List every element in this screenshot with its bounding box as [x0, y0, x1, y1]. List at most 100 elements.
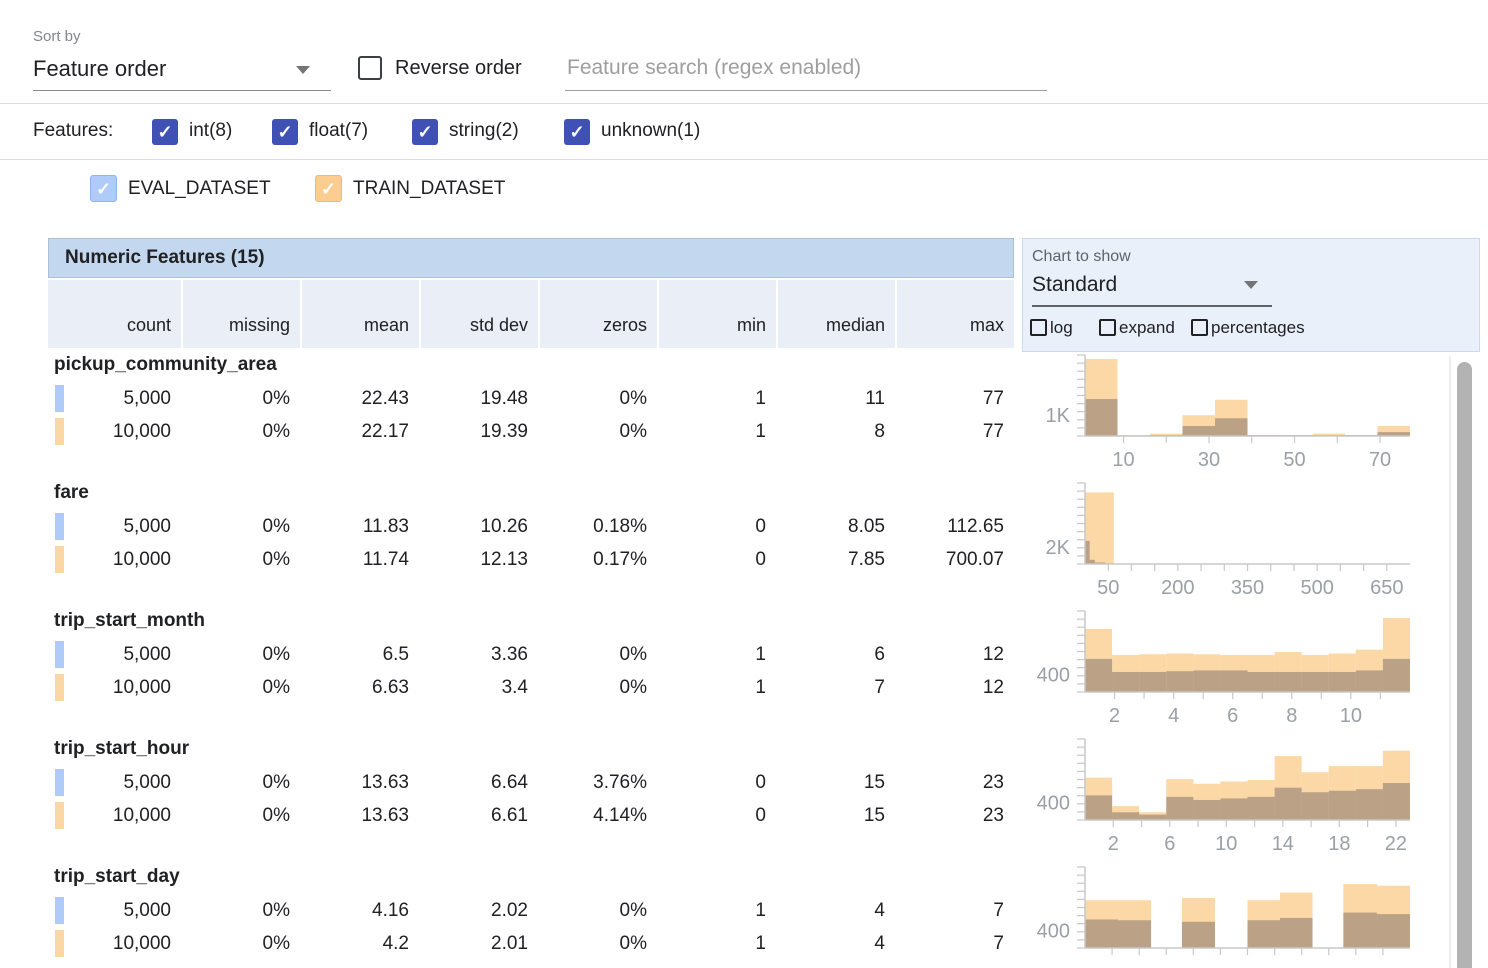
filter-label-unknown: unknown(1) — [601, 120, 700, 142]
svg-text:30: 30 — [1198, 449, 1220, 471]
filter-label-float: float(7) — [309, 120, 368, 142]
expand-checkbox[interactable] — [1099, 319, 1116, 336]
stat-cell: 6.64 — [421, 766, 538, 799]
feature-histogram: 400 — [1024, 864, 1424, 968]
stats-column-header-row: count missing mean std dev zeros min med… — [48, 280, 1014, 348]
feature-name: trip_start_month — [54, 610, 205, 632]
vertical-scrollbar-thumb[interactable] — [1457, 362, 1472, 968]
stat-cell: 0% — [183, 927, 300, 960]
percentages-label: percentages — [1211, 318, 1305, 338]
stat-cell: 1 — [659, 927, 776, 960]
select-underline — [33, 90, 331, 91]
svg-text:200: 200 — [1161, 577, 1194, 599]
feature-group: pickup_community_area5,0000%22.4319.480%… — [48, 352, 1014, 480]
svg-text:4: 4 — [1168, 705, 1179, 727]
stat-cell: 11 — [778, 382, 895, 415]
stat-cell: 15 — [778, 799, 895, 832]
stat-cell: 0% — [183, 510, 300, 543]
stat-cell: 10.26 — [421, 510, 538, 543]
reverse-order-label: Reverse order — [395, 57, 522, 80]
eval-dataset-label: EVAL_DATASET — [128, 178, 271, 200]
filter-checkbox-unknown[interactable]: ✓ — [564, 119, 590, 145]
stat-cell: 10,000 — [48, 799, 181, 832]
check-icon: ✓ — [277, 123, 292, 141]
dataset-color-swatch — [55, 930, 64, 957]
svg-text:14: 14 — [1272, 833, 1294, 855]
check-icon: ✓ — [321, 180, 336, 198]
stat-cell: 4 — [778, 927, 895, 960]
feature-name: trip_start_day — [54, 866, 180, 888]
stat-cell: 1 — [659, 894, 776, 927]
stat-cell: 0 — [659, 766, 776, 799]
chart-type-value: Standard — [1032, 273, 1117, 297]
stat-cell: 3.4 — [421, 671, 538, 704]
stat-cell: 0 — [659, 510, 776, 543]
dataset-color-swatch — [55, 769, 64, 796]
stat-cell: 8.05 — [778, 510, 895, 543]
numeric-features-title: Numeric Features (15) — [49, 247, 265, 269]
stat-cell: 12 — [897, 638, 1014, 671]
dataset-stats-row: 5,0000%6.53.360%1612 — [48, 638, 1014, 671]
column-header-mean: mean — [302, 280, 419, 348]
filter-label-string: string(2) — [449, 120, 519, 142]
feature-name: pickup_community_area — [54, 354, 277, 376]
column-header-stddev: std dev — [421, 280, 538, 348]
log-label: log — [1050, 318, 1073, 338]
chart-type-select[interactable]: Standard — [1032, 271, 1272, 307]
stat-cell: 1 — [659, 415, 776, 448]
expand-label: expand — [1119, 318, 1175, 338]
log-checkbox[interactable] — [1030, 319, 1047, 336]
stat-cell: 0% — [540, 638, 657, 671]
percentages-checkbox[interactable] — [1191, 319, 1208, 336]
stat-cell: 0.18% — [540, 510, 657, 543]
stat-cell: 1 — [659, 382, 776, 415]
svg-text:6: 6 — [1227, 705, 1238, 727]
stat-cell: 700.07 — [897, 543, 1014, 576]
train-dataset-checkbox[interactable]: ✓ — [315, 175, 342, 202]
dataset-stats-row: 10,0000%22.1719.390%1877 — [48, 415, 1014, 448]
filter-checkbox-int[interactable]: ✓ — [152, 119, 178, 145]
stat-cell: 0% — [540, 671, 657, 704]
svg-text:6: 6 — [1164, 833, 1175, 855]
dataset-stats-row: 10,0000%4.22.010%147 — [48, 927, 1014, 960]
column-header-max: max — [897, 280, 1014, 348]
stat-cell: 5,000 — [48, 638, 181, 671]
feature-name: fare — [54, 482, 89, 504]
svg-text:70: 70 — [1369, 449, 1391, 471]
stat-cell: 3.76% — [540, 766, 657, 799]
stat-cell: 1 — [659, 671, 776, 704]
dataset-stats-row: 5,0000%13.636.643.76%01523 — [48, 766, 1014, 799]
stat-cell: 0 — [659, 543, 776, 576]
filter-checkbox-float[interactable]: ✓ — [272, 119, 298, 145]
svg-text:2: 2 — [1109, 705, 1120, 727]
stat-cell: 7.85 — [778, 543, 895, 576]
stat-cell: 23 — [897, 766, 1014, 799]
feature-histogram: 246810400 — [1024, 608, 1424, 736]
dataset-color-swatch — [55, 418, 64, 445]
stat-cell: 4.2 — [302, 927, 419, 960]
svg-text:50: 50 — [1097, 577, 1119, 599]
column-header-count: count — [48, 280, 181, 348]
stat-cell: 5,000 — [48, 894, 181, 927]
dataset-stats-row: 10,0000%11.7412.130.17%07.85700.07 — [48, 543, 1014, 576]
sort-by-select[interactable]: Feature order — [33, 52, 331, 92]
feature-search-input[interactable] — [565, 56, 1047, 91]
column-header-missing: missing — [183, 280, 300, 348]
svg-text:350: 350 — [1231, 577, 1264, 599]
dataset-color-swatch — [55, 802, 64, 829]
stat-cell: 22.43 — [302, 382, 419, 415]
stat-cell: 0% — [183, 671, 300, 704]
stat-cell: 0 — [659, 799, 776, 832]
stat-cell: 13.63 — [302, 766, 419, 799]
features-filter-label: Features: — [33, 120, 113, 142]
stat-cell: 0% — [540, 415, 657, 448]
filter-checkbox-string[interactable]: ✓ — [412, 119, 438, 145]
eval-dataset-checkbox[interactable]: ✓ — [90, 175, 117, 202]
stat-cell: 19.39 — [421, 415, 538, 448]
feature-group: trip_start_hour5,0000%13.636.643.76%0152… — [48, 736, 1014, 864]
feature-histogram: 502003505006502K — [1024, 480, 1424, 608]
reverse-order-checkbox[interactable] — [358, 56, 382, 80]
svg-text:500: 500 — [1300, 577, 1333, 599]
svg-text:10: 10 — [1112, 449, 1134, 471]
svg-text:400: 400 — [1037, 792, 1070, 814]
